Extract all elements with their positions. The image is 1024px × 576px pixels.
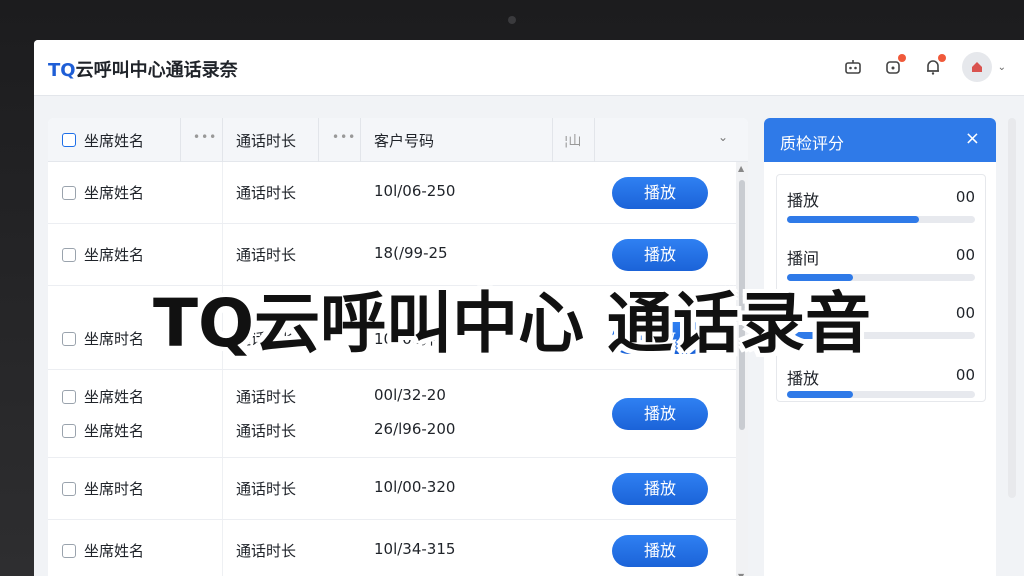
header-divider [318,118,319,162]
overlay-title: TQ云呼叫中心 通话录音 [152,285,872,362]
agent-name: 坐席时名 [84,480,145,498]
customer-phone: 10l/00-320 [374,478,456,496]
play-button[interactable]: 播放 [612,473,708,505]
row-checkbox[interactable] [62,544,76,558]
agent-name: 坐席姓名 [84,246,145,264]
row-checkbox[interactable] [62,186,76,200]
score-label: 播间 [787,249,820,268]
header-divider [360,118,361,162]
panel-title: 质检评分 [780,134,845,153]
app-title: TQ云呼叫中心通话录奈 [48,56,238,82]
table-row[interactable]: 坐席姓名 通话时长 00l/32-20 坐席姓名 通话时长 26/l96-200… [48,370,736,458]
table-row[interactable]: 坐席姓名 通话时长 10l/06-250 播放 [48,162,736,224]
call-duration: 通话时长 [236,480,297,498]
play-button[interactable]: 播放 [612,398,708,430]
call-duration: 通话时长 [236,422,297,440]
header-divider [222,118,223,162]
header-agent[interactable]: 坐席姓名 [84,130,144,151]
table-scrollbar[interactable]: ▲ ▼ [736,162,748,576]
row-checkbox[interactable] [62,248,76,262]
call-duration: 通话时长 [236,246,297,264]
row-checkbox[interactable] [62,482,76,496]
customer-phone: 10l/06-250 [374,182,456,200]
score-progress [787,216,975,223]
agent-name: 坐席姓名 [84,388,145,406]
top-bar: TQ云呼叫中心通话录奈 ⌄ [34,40,1024,96]
score-value: 00 [955,366,975,384]
header-duration[interactable]: 通话时长 [236,130,296,151]
table-header: 坐席姓名 ••• 通话时长 ••• 客户号码 ¦山 ⌄ [48,118,748,162]
robot-icon[interactable] [842,56,864,78]
header-icons: ⌄ [842,52,1006,82]
customer-phone: 10l/34-315 [374,540,456,558]
call-duration: 通话时长 [236,184,297,202]
app-title-prefix: TQ [48,60,76,81]
row-checkbox[interactable] [62,424,76,438]
play-button[interactable]: 播放 [612,177,708,209]
bell-icon[interactable] [922,54,946,78]
header-chevron-icon[interactable]: ⌄ [718,130,728,144]
panel-header: 质检评分 × [764,118,996,162]
score-progress-fill [787,391,853,398]
score-label: 播放 [787,369,820,388]
agent-name: 坐席姓名 [84,422,145,440]
customer-phone: 26/l96-200 [374,420,456,438]
row-checkbox[interactable] [62,390,76,404]
select-all-checkbox[interactable] [62,133,76,147]
play-button[interactable]: 播放 [612,239,708,271]
scroll-up-icon[interactable]: ▲ [738,164,744,173]
header-divider [180,118,181,162]
agent-name: 坐席姓名 [84,184,145,202]
notification-dot [897,54,906,62]
webcam [508,16,516,24]
score-progress [787,391,975,398]
score-value: 00 [955,246,975,264]
column-menu-icon[interactable]: ••• [332,130,356,144]
chevron-down-icon[interactable]: ⌄ [998,62,1006,73]
column-menu-icon[interactable]: ••• [193,130,217,144]
score-progress-fill [787,216,919,223]
close-icon[interactable]: × [965,128,980,149]
agent-name: 坐席姓名 [84,542,145,560]
table-row[interactable]: 坐席时名 通话时长 10l/00-320 播放 [48,458,736,520]
notification-badge-icon[interactable] [882,54,906,78]
header-phone[interactable]: 客户号码 [374,130,434,151]
play-button[interactable]: 播放 [612,535,708,567]
scroll-down-icon[interactable]: ▼ [738,572,744,576]
customer-phone: 18(/99-25 [374,244,448,262]
call-duration: 通话时长 [236,542,297,560]
header-col4[interactable]: ¦山 [564,130,581,149]
app-title-text: 云呼叫中心通话录奈 [75,60,238,81]
header-divider [552,118,553,162]
call-duration: 通话时长 [236,388,297,406]
header-divider [594,118,595,162]
table-row[interactable]: 坐席姓名 通话时长 10l/34-315 播放 [48,520,736,576]
bell-dot [937,54,946,62]
customer-phone: 00l/32-20 [374,386,446,404]
score-value: 00 [955,188,975,206]
user-avatar[interactable] [961,52,992,82]
score-label: 播放 [787,191,820,210]
